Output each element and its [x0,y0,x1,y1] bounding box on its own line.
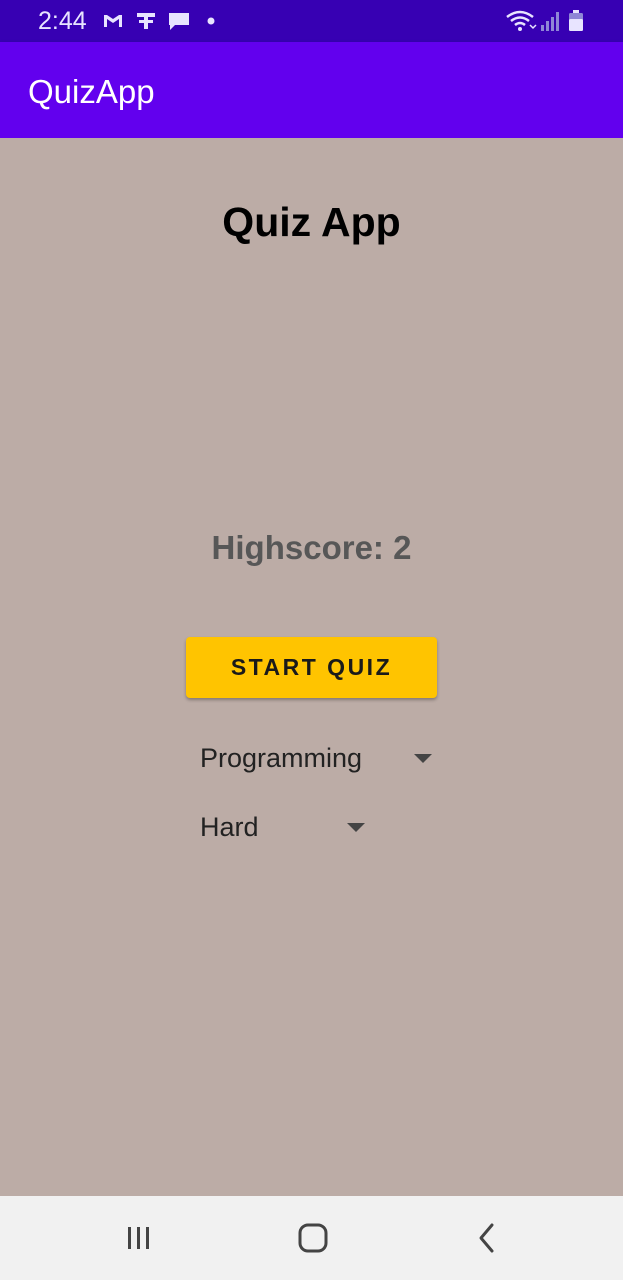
category-spinner[interactable]: Programming [200,741,436,775]
home-icon [298,1223,328,1253]
app-bar: QuizApp [0,42,623,138]
notification-icon [137,13,155,29]
chevron-down-icon [414,754,432,763]
battery-icon [569,10,583,31]
dot-icon [207,17,215,25]
difficulty-spinner-label: Hard [200,812,259,842]
main-content: Quiz App Highscore: 2 START QUIZ Program… [0,138,623,1196]
recent-apps-button[interactable] [79,1196,199,1280]
signal-icon [541,12,559,31]
chevron-down-icon [347,823,365,832]
status-bar: 2:44 [0,0,623,42]
highscore-text: Highscore: 2 [211,529,412,566]
category-spinner-label: Programming [200,743,363,773]
gmail-icon [104,15,122,27]
difficulty-spinner[interactable]: Hard [200,810,368,844]
chat-icon [169,13,189,30]
back-button[interactable] [427,1196,547,1280]
home-button[interactable] [253,1196,373,1280]
navigation-bar [0,1196,623,1280]
app-bar-title: QuizApp [28,73,155,110]
wifi-icon [506,10,537,31]
back-icon [479,1223,494,1253]
start-quiz-button[interactable]: START QUIZ [186,637,437,698]
page-title: Quiz App [222,199,401,245]
recent-apps-icon [128,1227,149,1249]
status-time: 2:44 [38,7,87,35]
